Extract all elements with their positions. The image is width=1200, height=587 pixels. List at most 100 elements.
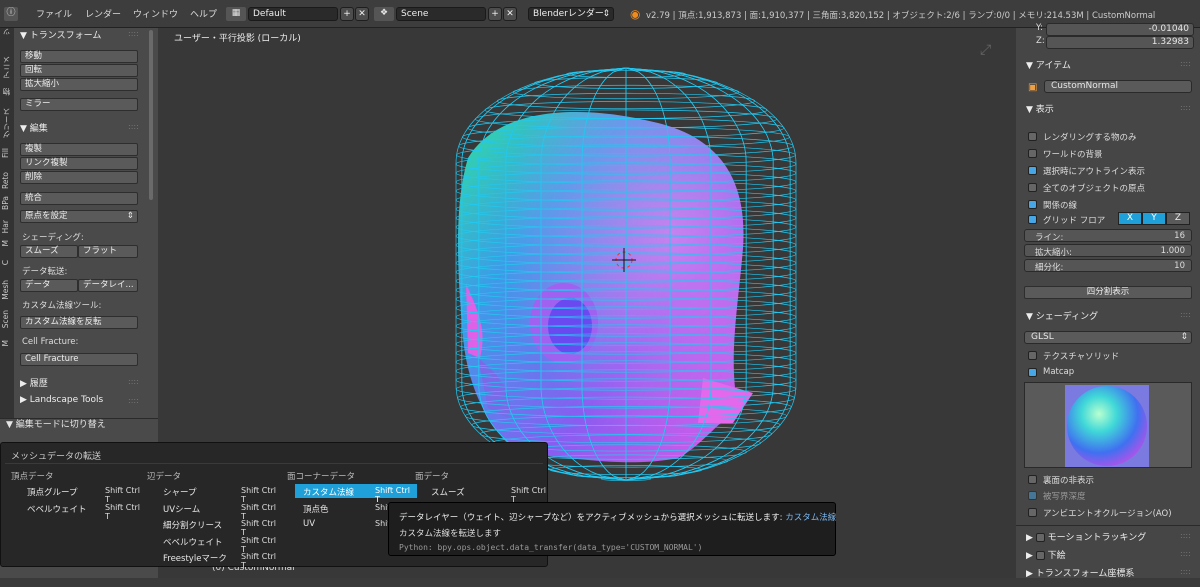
display-checkbox[interactable] bbox=[1028, 149, 1037, 158]
display-checkbox[interactable] bbox=[1028, 200, 1037, 209]
data-button[interactable]: データ bbox=[20, 279, 78, 292]
display-checkbox[interactable] bbox=[1028, 132, 1037, 141]
display-checkbox[interactable] bbox=[1028, 183, 1037, 192]
menu-item[interactable]: 頂点グループ Shift Ctrl T bbox=[19, 484, 147, 504]
screen-layout-field[interactable]: Default bbox=[248, 7, 338, 21]
menu-item[interactable]: Freestyleマーク Shift Ctrl T bbox=[155, 550, 283, 570]
menu-help[interactable]: ヘルプ bbox=[190, 7, 217, 20]
shading-panel-header[interactable]: ▼ シェーディング bbox=[1026, 309, 1098, 322]
layout-grid-icon[interactable]: ▦ bbox=[226, 7, 246, 21]
grid-floor-checkbox[interactable] bbox=[1028, 215, 1037, 224]
grip-icon[interactable]: :::: bbox=[1180, 531, 1191, 540]
join-button[interactable]: 統合 bbox=[20, 192, 138, 205]
grip-icon[interactable]: :::: bbox=[128, 122, 139, 131]
display-checkbox-label: 選択時にアウトライン表示 bbox=[1043, 167, 1146, 177]
tab-5[interactable]: Reto bbox=[1, 172, 13, 189]
scene-icon[interactable]: ❖ bbox=[374, 7, 394, 21]
duplicate-linked-button[interactable]: リンク複製 bbox=[20, 157, 138, 170]
grid-axis-y[interactable]: Y bbox=[1142, 212, 1166, 225]
menu-item[interactable]: ベベルウェイト Shift Ctrl T bbox=[19, 501, 147, 521]
menu-render[interactable]: レンダー bbox=[85, 7, 121, 20]
grip-icon[interactable]: :::: bbox=[1180, 310, 1191, 319]
edit-panel-header[interactable]: ▼ 編集 bbox=[20, 121, 48, 134]
history-panel-header[interactable]: ▶ 履歴 bbox=[20, 376, 48, 389]
move-button[interactable]: 移動 bbox=[20, 50, 138, 63]
transform-panel-header[interactable]: ▼ トランスフォーム bbox=[20, 28, 101, 41]
grid-axis-x[interactable]: X bbox=[1118, 212, 1142, 225]
delete-button[interactable]: 削除 bbox=[20, 171, 138, 184]
remove-layout-button[interactable]: ✕ bbox=[355, 7, 369, 21]
grip-icon[interactable]: :::: bbox=[128, 396, 139, 405]
rotate-button[interactable]: 回転 bbox=[20, 64, 138, 77]
menu-item[interactable]: ベベルウェイト Shift Ctrl T bbox=[155, 534, 283, 554]
grip-icon[interactable]: :::: bbox=[1180, 59, 1191, 68]
add-layout-button[interactable]: + bbox=[340, 7, 354, 21]
tab-4[interactable]: Fill bbox=[1, 148, 13, 158]
tab-1[interactable]: アニメ bbox=[1, 56, 13, 79]
grid-scale-field[interactable]: 拡大縮小: 1.000 bbox=[1024, 244, 1192, 258]
tab-7[interactable]: Har bbox=[1, 220, 13, 233]
background-images-checkbox[interactable] bbox=[1035, 551, 1045, 560]
set-origin-select[interactable]: 原点を設定 ⇕ bbox=[20, 210, 138, 223]
backface-culling-checkbox[interactable] bbox=[1028, 475, 1037, 484]
menu-item[interactable]: スムーズ Shift Ctrl T bbox=[423, 484, 553, 504]
tab-11[interactable]: Scen bbox=[1, 310, 13, 328]
toolshelf-scrollbar[interactable] bbox=[149, 30, 153, 200]
menu-item[interactable]: カスタム法線 Shift Ctrl T bbox=[295, 484, 417, 504]
shading-mode-select[interactable]: GLSL ⇕ bbox=[1024, 331, 1192, 344]
menu-item[interactable]: UVシーム Shift Ctrl T bbox=[155, 501, 283, 521]
depth-of-field-checkbox[interactable] bbox=[1028, 491, 1037, 500]
tab-9[interactable]: C bbox=[1, 260, 13, 265]
quad-view-button[interactable]: 四分割表示 bbox=[1024, 286, 1192, 299]
mirror-button[interactable]: ミラー bbox=[20, 98, 138, 111]
object-name-field[interactable]: CustomNormal bbox=[1044, 80, 1192, 93]
grip-icon[interactable]: :::: bbox=[128, 377, 139, 386]
grid-subdivisions-field[interactable]: 細分化: 10 bbox=[1024, 259, 1192, 273]
duplicate-button[interactable]: 複製 bbox=[20, 143, 138, 156]
matcap-preview[interactable] bbox=[1024, 382, 1192, 468]
display-panel-header[interactable]: ▼ 表示 bbox=[1026, 102, 1054, 115]
grip-icon[interactable]: :::: bbox=[128, 29, 139, 38]
scene-field[interactable]: Scene bbox=[396, 7, 486, 21]
motion-tracking-checkbox[interactable] bbox=[1035, 533, 1045, 542]
cell-fracture-button[interactable]: Cell Fracture bbox=[20, 353, 138, 366]
tab-6[interactable]: BPa bbox=[1, 196, 13, 210]
grip-icon[interactable]: :::: bbox=[1180, 103, 1191, 112]
operator-panel-header[interactable]: ▼ 編集モードに切り替え bbox=[0, 418, 158, 432]
background-images-header[interactable]: ▶ 下絵 bbox=[1026, 548, 1066, 561]
flip-custom-normal-button[interactable]: カスタム法線を反転 bbox=[20, 316, 138, 329]
landscape-panel-header[interactable]: ▶ Landscape Tools bbox=[20, 395, 103, 405]
ambient-occlusion-checkbox[interactable] bbox=[1028, 508, 1037, 517]
grid-axis-z[interactable]: Z bbox=[1166, 212, 1190, 225]
z-location-field[interactable]: 1.32983 bbox=[1046, 36, 1194, 49]
tab-0[interactable]: ツ bbox=[1, 28, 13, 36]
flat-button[interactable]: フラット bbox=[78, 245, 138, 258]
tab-3[interactable]: グリース bbox=[1, 108, 13, 138]
textured-solid-checkbox[interactable] bbox=[1028, 351, 1037, 360]
motion-tracking-header[interactable]: ▶ モーショントラッキング bbox=[1026, 530, 1146, 543]
data-layer-button[interactable]: データレイ... bbox=[78, 279, 138, 292]
grip-icon[interactable]: :::: bbox=[1180, 567, 1191, 576]
menu-file[interactable]: ファイル bbox=[36, 7, 72, 20]
tab-10[interactable]: Mesh bbox=[1, 280, 13, 300]
tab-12[interactable]: M bbox=[1, 340, 13, 346]
add-scene-button[interactable]: + bbox=[488, 7, 502, 21]
view-corner-icon[interactable]: ⤢ bbox=[980, 42, 991, 58]
scale-button[interactable]: 拡大縮小 bbox=[20, 78, 138, 91]
item-panel-header[interactable]: ▼ アイテム bbox=[1026, 58, 1071, 71]
tab-8[interactable]: M bbox=[1, 240, 13, 246]
y-location-field[interactable]: -0.01040 bbox=[1046, 23, 1194, 36]
grid-lines-field[interactable]: ライン: 16 bbox=[1024, 229, 1192, 243]
display-checkbox[interactable] bbox=[1028, 166, 1037, 175]
tool-shelf: ▼ トランスフォーム :::: 移動 回転 拡大縮小 ミラー ▼ 編集 ::::… bbox=[14, 28, 158, 418]
menu-item[interactable]: 細分割クリース Shift Ctrl T bbox=[155, 517, 283, 537]
info-editor-icon[interactable]: ⓘ bbox=[4, 7, 18, 21]
grip-icon[interactable]: :::: bbox=[1180, 549, 1191, 558]
matcap-checkbox[interactable] bbox=[1028, 368, 1037, 377]
smooth-button[interactable]: スムーズ bbox=[20, 245, 78, 258]
menu-window[interactable]: ウィンドウ bbox=[133, 7, 178, 20]
remove-scene-button[interactable]: ✕ bbox=[503, 7, 517, 21]
tab-2[interactable]: 物 bbox=[1, 88, 13, 96]
render-engine-select[interactable]: Blenderレンダー ⇕ bbox=[528, 7, 614, 21]
menu-item[interactable]: シャープ Shift Ctrl T bbox=[155, 484, 283, 504]
